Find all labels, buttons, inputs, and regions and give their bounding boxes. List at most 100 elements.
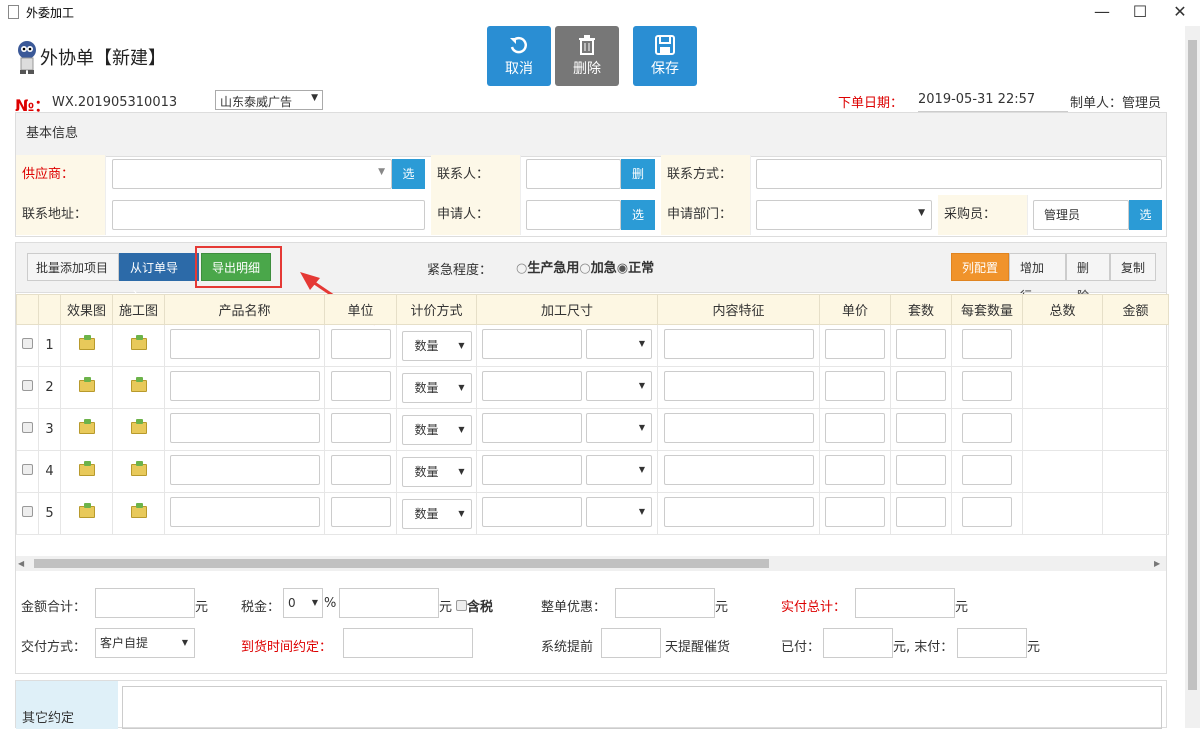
paid-input[interactable] xyxy=(823,628,893,658)
price-input[interactable] xyxy=(825,454,885,485)
unpaid-input[interactable] xyxy=(957,628,1027,658)
folder-upload-icon[interactable] xyxy=(130,418,147,434)
delivery-select[interactable]: 客户自提 ▼ xyxy=(95,628,195,658)
folder-upload-icon[interactable] xyxy=(130,376,147,392)
maximize-button[interactable]: ☐ xyxy=(1120,2,1160,24)
folder-upload-icon[interactable] xyxy=(78,418,95,434)
sets-input[interactable] xyxy=(896,454,946,485)
company-select[interactable]: 山东泰威广告 ▼ xyxy=(215,90,323,110)
price-input[interactable] xyxy=(825,412,885,443)
sets-input[interactable] xyxy=(896,412,946,443)
size-unit-select[interactable] xyxy=(586,496,653,527)
contact-input[interactable] xyxy=(526,159,621,189)
urgency-option-3[interactable]: 正常 xyxy=(628,261,654,276)
unit-input[interactable] xyxy=(330,454,391,485)
row-checkbox[interactable] xyxy=(22,464,33,475)
supplier-select[interactable]: ▼ xyxy=(112,159,392,189)
price-input[interactable] xyxy=(825,370,885,401)
address-input[interactable] xyxy=(112,200,425,230)
delete-row-button[interactable]: 删除 xyxy=(1066,253,1110,303)
horizontal-scrollbar[interactable]: ◀ ▶ xyxy=(16,556,1166,571)
checkbox-icon[interactable] xyxy=(456,600,467,611)
other-agreement-textarea[interactable] xyxy=(122,686,1162,729)
batch-add-button[interactable]: 批量添加项目 xyxy=(27,253,119,281)
per-set-input[interactable] xyxy=(962,412,1012,443)
minimize-button[interactable]: — xyxy=(1082,2,1122,24)
folder-upload-icon[interactable] xyxy=(78,376,95,392)
contact-delete-button[interactable]: 删 xyxy=(621,159,655,189)
folder-upload-icon[interactable] xyxy=(78,334,95,350)
dept-select[interactable]: ▼ xyxy=(756,200,932,230)
folder-upload-icon[interactable] xyxy=(130,334,147,350)
sets-input[interactable] xyxy=(896,496,946,527)
delete-button[interactable]: 删除 xyxy=(555,26,619,86)
pricing-select[interactable]: 数量 xyxy=(401,330,472,361)
folder-upload-icon[interactable] xyxy=(130,460,147,476)
copy-row-button[interactable]: 复制 xyxy=(1110,253,1156,281)
row-checkbox[interactable] xyxy=(22,338,33,349)
tax-select[interactable]: 0 ▼ xyxy=(283,588,323,618)
per-set-input[interactable] xyxy=(962,454,1012,485)
applicant-pick-button[interactable]: 选 xyxy=(621,200,655,230)
unit-input[interactable] xyxy=(330,370,391,401)
row-checkbox[interactable] xyxy=(22,380,33,391)
urgency-option-1[interactable]: 生产急用 xyxy=(527,261,579,276)
column-config-button[interactable]: 列配置 xyxy=(951,253,1009,281)
tax-amount-input[interactable] xyxy=(339,588,439,618)
size-textarea[interactable] xyxy=(481,328,582,359)
row-checkbox[interactable] xyxy=(22,422,33,433)
purchaser-input[interactable]: 管理员 xyxy=(1033,200,1129,230)
size-textarea[interactable] xyxy=(481,370,582,401)
size-unit-select[interactable] xyxy=(586,328,653,359)
pricing-select[interactable]: 数量 xyxy=(401,414,472,445)
unit-input[interactable] xyxy=(330,412,391,443)
amount-total-input[interactable] xyxy=(95,588,195,618)
close-button[interactable]: ✕ xyxy=(1160,2,1200,24)
add-row-button[interactable]: 增加行 xyxy=(1009,253,1066,303)
price-input[interactable] xyxy=(825,328,885,359)
folder-upload-icon[interactable] xyxy=(78,502,95,518)
vertical-scrollbar[interactable] xyxy=(1185,26,1200,728)
product-name-input[interactable] xyxy=(169,328,320,359)
supplier-pick-button[interactable]: 选 xyxy=(392,159,425,189)
size-unit-select[interactable] xyxy=(586,370,653,401)
product-name-input[interactable] xyxy=(169,454,320,485)
sets-input[interactable] xyxy=(896,370,946,401)
product-name-input[interactable] xyxy=(169,370,320,401)
contact-way-input[interactable] xyxy=(756,159,1162,189)
pricing-select[interactable]: 数量 xyxy=(401,498,472,529)
price-input[interactable] xyxy=(825,496,885,527)
folder-upload-icon[interactable] xyxy=(78,460,95,476)
size-unit-select[interactable] xyxy=(586,454,653,485)
content-textarea[interactable] xyxy=(663,370,814,401)
cancel-button[interactable]: 取消 xyxy=(487,26,551,86)
purchaser-pick-button[interactable]: 选 xyxy=(1129,200,1162,230)
sets-input[interactable] xyxy=(896,328,946,359)
urgency-option-2[interactable]: 加急 xyxy=(591,261,617,276)
scrollbar-thumb[interactable] xyxy=(1188,40,1197,690)
per-set-input[interactable] xyxy=(962,496,1012,527)
size-unit-select[interactable] xyxy=(586,412,653,443)
content-textarea[interactable] xyxy=(663,412,814,443)
row-checkbox[interactable] xyxy=(22,506,33,517)
product-name-input[interactable] xyxy=(169,496,320,527)
product-name-input[interactable] xyxy=(169,412,320,443)
export-detail-button[interactable]: 导出明细 xyxy=(201,253,271,281)
applicant-input[interactable] xyxy=(526,200,621,230)
actual-total-input[interactable] xyxy=(855,588,955,618)
radio-icon[interactable]: ○ xyxy=(516,261,527,276)
tax-included[interactable]: 含税 xyxy=(456,596,493,615)
unit-input[interactable] xyxy=(330,496,391,527)
content-textarea[interactable] xyxy=(663,454,814,485)
order-date-field[interactable]: 2019-05-31 22:57 xyxy=(918,92,1068,112)
content-textarea[interactable] xyxy=(663,328,814,359)
arrival-input[interactable] xyxy=(343,628,473,658)
size-textarea[interactable] xyxy=(481,496,582,527)
size-textarea[interactable] xyxy=(481,454,582,485)
discount-input[interactable] xyxy=(615,588,715,618)
scrollbar-thumb[interactable] xyxy=(34,559,769,568)
pricing-select[interactable]: 数量 xyxy=(401,372,472,403)
content-textarea[interactable] xyxy=(663,496,814,527)
scroll-left-icon[interactable]: ◀ xyxy=(18,559,24,568)
per-set-input[interactable] xyxy=(962,370,1012,401)
